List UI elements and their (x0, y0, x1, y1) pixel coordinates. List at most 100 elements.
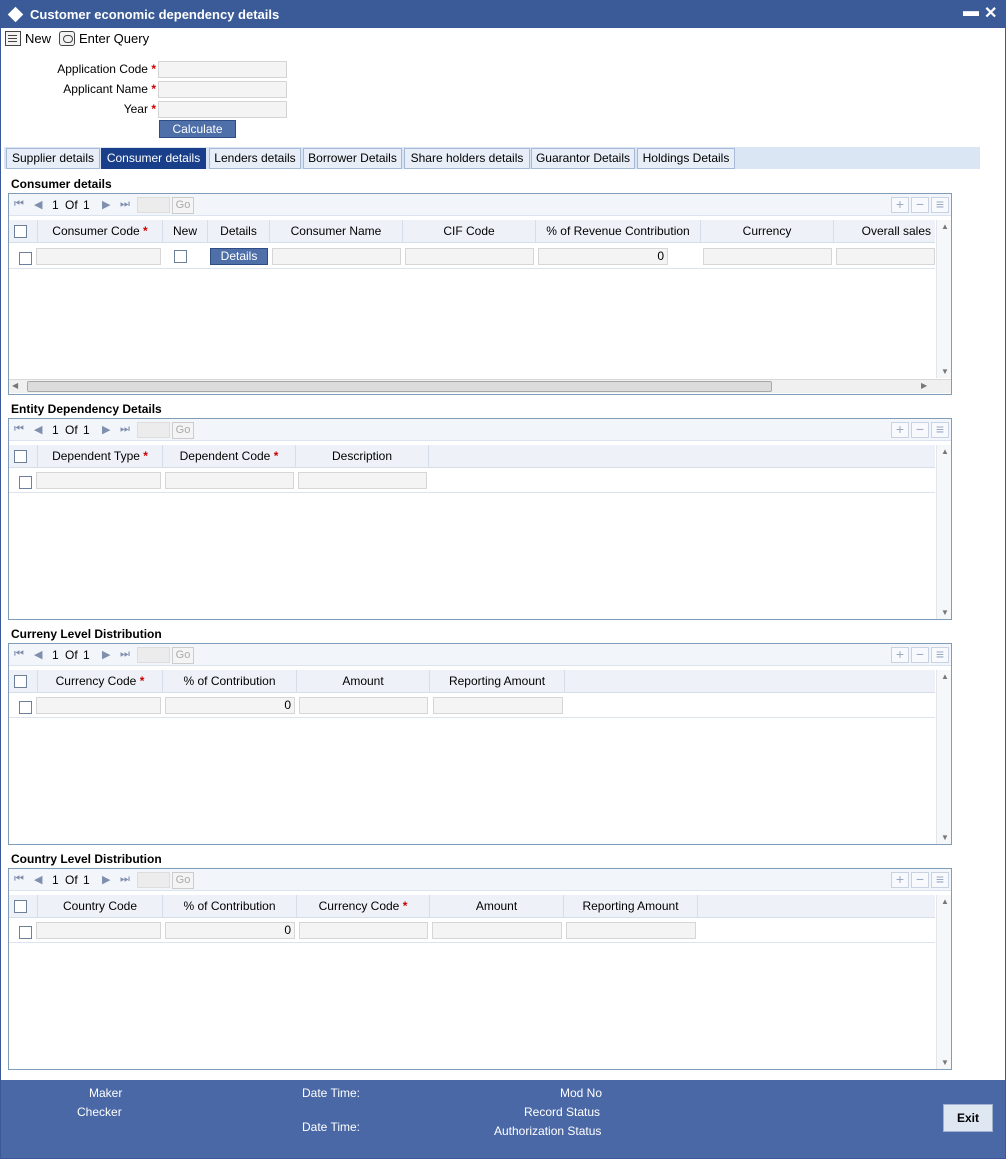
add-row-icon[interactable]: + (891, 422, 909, 438)
tab-holdings-details[interactable]: Holdings Details (637, 148, 735, 169)
currency-cell[interactable] (703, 248, 832, 265)
first-page-icon[interactable]: ⏮ (14, 423, 24, 436)
next-page-icon[interactable]: ▶ (102, 423, 110, 436)
select-all-checkbox[interactable] (14, 450, 27, 463)
scroll-thumb[interactable] (27, 381, 772, 392)
add-row-icon[interactable]: + (891, 197, 909, 213)
reporting-amount-cell[interactable] (566, 922, 696, 939)
dependent-code-cell[interactable] (165, 472, 294, 489)
single-view-icon[interactable]: ≡ (931, 647, 949, 663)
dependent-type-cell[interactable] (36, 472, 161, 489)
tab-guarantor-details[interactable]: Guarantor Details (531, 148, 635, 169)
first-page-icon[interactable]: ⏮ (14, 873, 24, 886)
go-button[interactable]: Go (172, 872, 194, 889)
consumer-horizontal-scrollbar[interactable]: ◀ ▶ (9, 379, 951, 393)
row-checkbox[interactable] (19, 926, 32, 939)
last-page-icon[interactable]: ⏭ (120, 423, 130, 436)
calculate-button[interactable]: Calculate (159, 120, 236, 138)
new-button[interactable]: New (5, 29, 51, 47)
scroll-down-icon[interactable]: ▼ (941, 833, 949, 842)
scroll-up-icon[interactable]: ▲ (941, 897, 949, 906)
maker-label: Maker (89, 1086, 123, 1100)
prev-page-icon[interactable]: ◀ (34, 873, 42, 886)
next-page-icon[interactable]: ▶ (102, 648, 110, 661)
close-icon[interactable]: ✕ (984, 3, 997, 23)
delete-row-icon[interactable]: − (911, 647, 929, 663)
currency-code-cell[interactable] (36, 697, 161, 714)
consumer-name-cell[interactable] (272, 248, 401, 265)
row-checkbox[interactable] (19, 252, 32, 265)
tab-borrower-details[interactable]: Borrower Details (303, 148, 402, 169)
single-view-icon[interactable]: ≡ (931, 872, 949, 888)
first-page-icon[interactable]: ⏮ (14, 198, 24, 211)
add-row-icon[interactable]: + (891, 647, 909, 663)
row-checkbox[interactable] (19, 476, 32, 489)
consumer-vertical-scrollbar[interactable]: ▲ ▼ (936, 220, 951, 378)
next-page-icon[interactable]: ▶ (102, 873, 110, 886)
year-row: Year * (1, 101, 156, 118)
go-button[interactable]: Go (172, 197, 194, 214)
delete-row-icon[interactable]: − (911, 422, 929, 438)
details-button[interactable]: Details (210, 248, 268, 265)
exit-button[interactable]: Exit (943, 1104, 993, 1132)
scroll-down-icon[interactable]: ▼ (941, 608, 949, 617)
prev-page-icon[interactable]: ◀ (34, 423, 42, 436)
delete-row-icon[interactable]: − (911, 872, 929, 888)
year-input[interactable] (158, 101, 287, 118)
tab-supplier-details[interactable]: Supplier details (6, 148, 100, 169)
country-code-cell[interactable] (36, 922, 161, 939)
minimize-icon[interactable]: ▬ (963, 3, 979, 21)
revenue-contribution-cell[interactable]: 0 (538, 248, 668, 265)
cif-code-cell[interactable] (405, 248, 534, 265)
single-view-icon[interactable]: ≡ (931, 197, 949, 213)
page-number-input[interactable] (137, 422, 170, 438)
next-page-icon[interactable]: ▶ (102, 198, 110, 211)
go-button[interactable]: Go (172, 647, 194, 664)
last-page-icon[interactable]: ⏭ (120, 873, 130, 886)
overall-sales-cell[interactable] (836, 248, 935, 265)
scroll-down-icon[interactable]: ▼ (941, 367, 949, 376)
tab-consumer-details[interactable]: Consumer details (101, 148, 206, 169)
select-all-checkbox[interactable] (14, 900, 27, 913)
add-row-icon[interactable]: + (891, 872, 909, 888)
scroll-up-icon[interactable]: ▲ (941, 447, 949, 456)
select-all-checkbox[interactable] (14, 675, 27, 688)
mod-no-label: Mod No (560, 1086, 603, 1100)
amount-cell[interactable] (432, 922, 562, 939)
first-page-icon[interactable]: ⏮ (14, 648, 24, 661)
scroll-up-icon[interactable]: ▲ (941, 672, 949, 681)
application-code-row: Application Code * (1, 61, 156, 78)
entity-vertical-scrollbar[interactable]: ▲ ▼ (936, 445, 951, 619)
currency-code-cell[interactable] (299, 922, 428, 939)
scroll-down-icon[interactable]: ▼ (941, 1058, 949, 1067)
enter-query-button[interactable]: Enter Query (59, 29, 149, 47)
consumer-code-cell[interactable] (36, 248, 161, 265)
tab-share-holders-details[interactable]: Share holders details (404, 148, 530, 169)
last-page-icon[interactable]: ⏭ (120, 648, 130, 661)
new-checkbox[interactable] (174, 250, 187, 263)
row-checkbox[interactable] (19, 701, 32, 714)
description-cell[interactable] (298, 472, 427, 489)
contribution-cell[interactable]: 0 (165, 922, 295, 939)
contribution-cell[interactable]: 0 (165, 697, 295, 714)
last-page-icon[interactable]: ⏭ (120, 198, 130, 211)
reporting-amount-cell[interactable] (433, 697, 563, 714)
delete-row-icon[interactable]: − (911, 197, 929, 213)
applicant-name-input[interactable] (158, 81, 287, 98)
single-view-icon[interactable]: ≡ (931, 422, 949, 438)
page-number-input[interactable] (137, 197, 170, 213)
prev-page-icon[interactable]: ◀ (34, 648, 42, 661)
prev-page-icon[interactable]: ◀ (34, 198, 42, 211)
scroll-right-icon[interactable]: ▶ (921, 381, 927, 390)
go-button[interactable]: Go (172, 422, 194, 439)
scroll-up-icon[interactable]: ▲ (941, 222, 949, 231)
tab-lenders-details[interactable]: Lenders details (209, 148, 301, 169)
application-code-input[interactable] (158, 61, 287, 78)
page-number-input[interactable] (137, 647, 170, 663)
scroll-left-icon[interactable]: ◀ (12, 381, 18, 390)
select-all-checkbox[interactable] (14, 225, 27, 238)
page-number-input[interactable] (137, 872, 170, 888)
amount-cell[interactable] (299, 697, 428, 714)
country-vertical-scrollbar[interactable]: ▲ ▼ (936, 895, 951, 1069)
currency-vertical-scrollbar[interactable]: ▲ ▼ (936, 670, 951, 844)
